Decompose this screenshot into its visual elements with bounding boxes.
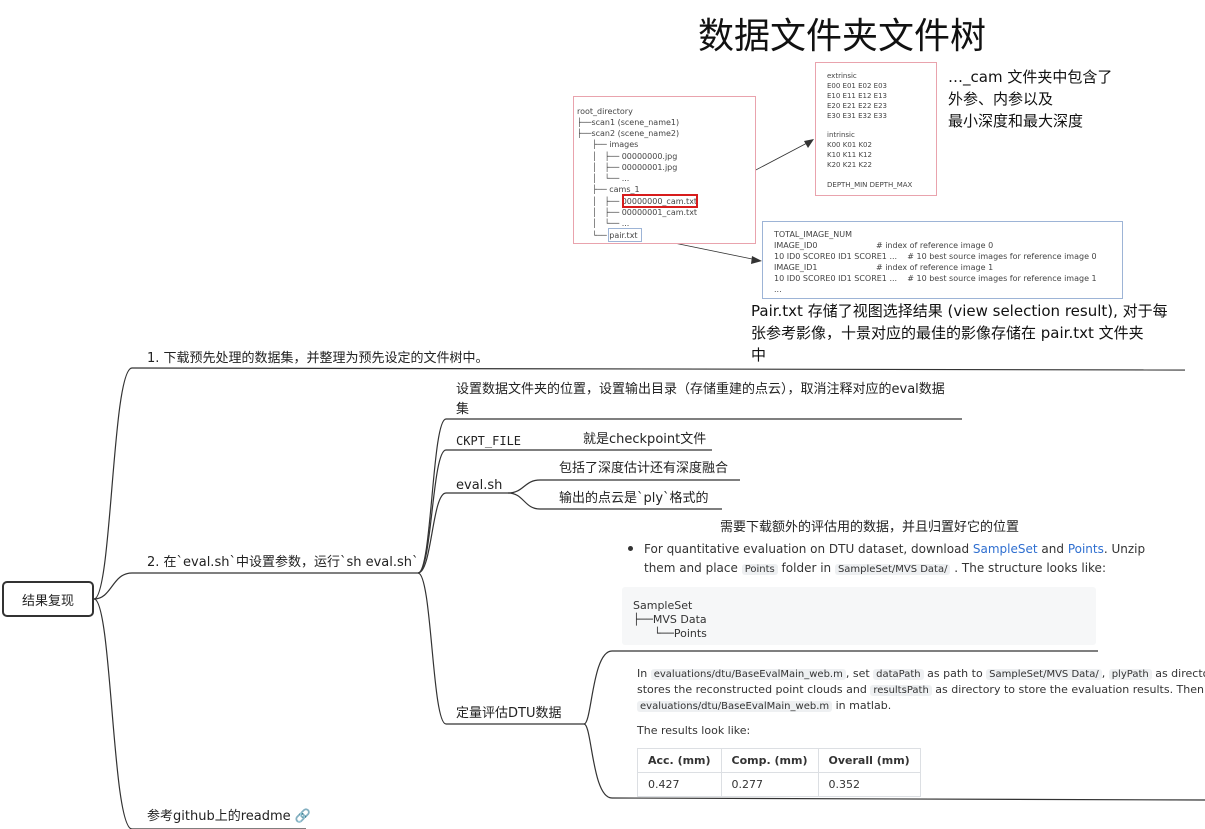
branch-download-dataset[interactable]: 1. 下载预先处理的数据集，并整理为预先设定的文件树中。 bbox=[147, 350, 489, 367]
text-span: . Unzip bbox=[1103, 542, 1146, 556]
cam-line: K10 K11 K12 bbox=[827, 151, 872, 159]
dtu-para2-line3: evaluations/dtu/BaseEvalMain_web.m in ma… bbox=[637, 697, 891, 715]
node-set-data-folder-line2: 集 bbox=[456, 402, 470, 417]
cam-note-line2: 外参、内参以及 bbox=[948, 90, 1054, 108]
inline-code: resultsPath bbox=[870, 685, 932, 696]
table-header-row: Acc. (mm) Comp. (mm) Overall (mm) bbox=[637, 748, 921, 773]
dtu-para1-line2: them and place Points folder in SampleSe… bbox=[644, 560, 1106, 578]
pair-line: 10 ID0 SCORE0 ID1 SCORE1 ... # 10 best s… bbox=[774, 274, 1097, 283]
inline-code: Points bbox=[741, 564, 778, 575]
text-span: folder in bbox=[777, 561, 835, 575]
branch-github-readme[interactable]: 参考github上的readme 🔗 bbox=[147, 808, 311, 825]
cam-note-line1: …_cam 文件夹中包含了 bbox=[948, 68, 1113, 86]
cam-line: E10 E11 E12 E13 bbox=[827, 92, 887, 100]
link-icon[interactable]: 🔗 bbox=[295, 808, 311, 825]
bullet-icon bbox=[628, 546, 633, 551]
structure-code-block: SampleSet ├──MVS Data └──Points bbox=[622, 587, 1096, 645]
pair-note-line3: 中 bbox=[751, 346, 767, 364]
tree-line: │ ├── 00000000.jpg bbox=[577, 152, 678, 161]
struct-line: ├──MVS Data bbox=[633, 613, 707, 626]
node-depth-fusion[interactable]: 包括了深度估计还有深度融合 bbox=[559, 460, 728, 477]
text-span: and bbox=[1037, 542, 1068, 556]
table-cell: 0.352 bbox=[817, 772, 921, 797]
text-span: in matlab. bbox=[832, 699, 892, 712]
dtu-instructions-card: For quantitative evaluation on DTU datas… bbox=[622, 541, 1145, 591]
text-span: them and place bbox=[644, 561, 742, 575]
text-span: as directory that bbox=[1155, 667, 1205, 680]
text-span: For quantitative evaluation on DTU datas… bbox=[644, 542, 973, 556]
text-span: as directory to store the evaluation res… bbox=[931, 683, 1205, 696]
dtu-results-intro: The results look like: bbox=[637, 724, 751, 737]
cam-note-line3: 最小深度和最大深度 bbox=[948, 112, 1084, 130]
cam-line: DEPTH_MIN DEPTH_MAX bbox=[827, 181, 913, 189]
inline-code: evaluations/dtu/BaseEvalMain_web.m bbox=[650, 669, 846, 680]
tree-line: │ ├── 00000001.jpg bbox=[577, 163, 678, 172]
pair-line: TOTAL_IMAGE_NUM bbox=[774, 230, 852, 239]
pair-file-note: Pair.txt 存储了视图选择结果 (view selection resul… bbox=[751, 300, 1171, 366]
results-table: Acc. (mm) Comp. (mm) Overall (mm) 0.427 … bbox=[637, 748, 921, 797]
text-span: stores the reconstructed point clouds an… bbox=[637, 683, 871, 696]
node-set-data-folder[interactable]: 设置数据文件夹的位置，设置输出目录（存储重建的点云），取消注释对应的eval数据… bbox=[456, 381, 945, 418]
inline-code: dataPath bbox=[873, 669, 924, 680]
text-span: , bbox=[1101, 667, 1109, 680]
cam-line: E30 E31 E32 E33 bbox=[827, 112, 887, 120]
tree-line: ├──scan1 (scene_name1) bbox=[577, 118, 680, 127]
pair-line: 10 ID0 SCORE0 ID1 SCORE1 ... # 10 best s… bbox=[774, 252, 1097, 261]
node-ckpt-note[interactable]: 就是checkpoint文件 bbox=[583, 431, 706, 448]
tree-line: │ ├── 00000001_cam.txt bbox=[577, 208, 698, 217]
cam-line: K20 K21 K22 bbox=[827, 161, 872, 169]
cam-file-highlight bbox=[622, 194, 698, 208]
node-dtu-eval[interactable]: 定量评估DTU数据 bbox=[456, 705, 561, 722]
file-tree-image: root_directory ├──scan1 (scene_name1) ├─… bbox=[573, 96, 756, 244]
diagram-title: 数据文件夹文件树 bbox=[698, 16, 987, 57]
cam-file-image: extrinsic E00 E01 E02 E03 E10 E11 E12 E1… bbox=[815, 62, 937, 196]
node-ply-output[interactable]: 输出的点云是`ply`格式的 bbox=[559, 490, 709, 507]
sampleset-link[interactable]: SampleSet bbox=[973, 542, 1038, 556]
text-span: . The structure looks like: bbox=[950, 561, 1106, 575]
pair-line: ... bbox=[774, 285, 782, 294]
table-cell: 0.427 bbox=[637, 772, 722, 797]
tree-line: ├── images bbox=[577, 140, 639, 149]
pair-note-line2: 张参考影像，十景对应的最佳的影像存储在 pair.txt 文件夹 bbox=[751, 324, 1144, 342]
cam-line: E20 E21 E22 E23 bbox=[827, 102, 887, 110]
text-span: as path to bbox=[923, 667, 987, 680]
tree-line: root_directory bbox=[577, 107, 633, 116]
text-span: , set bbox=[845, 667, 874, 680]
branch-eval-params[interactable]: 2. 在`eval.sh`中设置参数，运行`sh eval.sh` bbox=[147, 554, 419, 571]
cam-line: extrinsic bbox=[827, 72, 857, 80]
node-set-data-folder-line1: 设置数据文件夹的位置，设置输出目录（存储重建的点云），取消注释对应的eval数据 bbox=[456, 382, 945, 397]
cam-line: intrinsic bbox=[827, 131, 855, 139]
tree-line: ├──scan2 (scene_name2) bbox=[577, 129, 680, 138]
table-header: Comp. (mm) bbox=[720, 748, 819, 773]
table-row: 0.427 0.277 0.352 bbox=[637, 772, 921, 797]
struct-line: └──Points bbox=[633, 627, 707, 640]
inline-code: plyPath bbox=[1108, 669, 1152, 680]
cam-line: E00 E01 E02 E03 bbox=[827, 82, 887, 90]
branch-github-readme-label: 参考github上的readme bbox=[147, 809, 291, 824]
inline-code: evaluations/dtu/BaseEvalMain_web.m bbox=[637, 701, 833, 712]
node-ckpt-file[interactable]: CKPT_FILE bbox=[456, 433, 521, 450]
pair-file-highlight bbox=[608, 228, 642, 242]
inline-code: SampleSet/MVS Data/ bbox=[834, 564, 951, 575]
pair-note-line1: Pair.txt 存储了视图选择结果 (view selection resul… bbox=[751, 302, 1168, 320]
inline-code: SampleSet/MVS Data/ bbox=[986, 669, 1102, 680]
tree-line: │ └── ... bbox=[577, 174, 630, 183]
points-link[interactable]: Points bbox=[1068, 542, 1104, 556]
dtu-para1-line1: For quantitative evaluation on DTU datas… bbox=[644, 541, 1145, 558]
node-dtu-note[interactable]: 需要下载额外的评估用的数据，并且归置好它的位置 bbox=[720, 519, 1019, 536]
table-cell: 0.277 bbox=[720, 772, 819, 797]
text-span: In bbox=[637, 667, 651, 680]
pair-line: IMAGE_ID1 # index of reference image 1 bbox=[774, 263, 994, 272]
root-node[interactable]: 结果复现 bbox=[2, 581, 94, 617]
struct-line: SampleSet bbox=[633, 599, 693, 612]
cam-file-note: …_cam 文件夹中包含了 外参、内参以及 最小深度和最大深度 bbox=[948, 66, 1112, 132]
pair-file-image: TOTAL_IMAGE_NUM IMAGE_ID0 # index of ref… bbox=[762, 221, 1123, 299]
cam-line: K00 K01 K02 bbox=[827, 141, 872, 149]
table-header: Overall (mm) bbox=[817, 748, 921, 773]
pair-line: IMAGE_ID0 # index of reference image 0 bbox=[774, 241, 994, 250]
table-header: Acc. (mm) bbox=[637, 748, 722, 773]
node-eval-sh[interactable]: eval.sh bbox=[456, 477, 502, 494]
root-node-label: 结果复现 bbox=[21, 593, 74, 609]
